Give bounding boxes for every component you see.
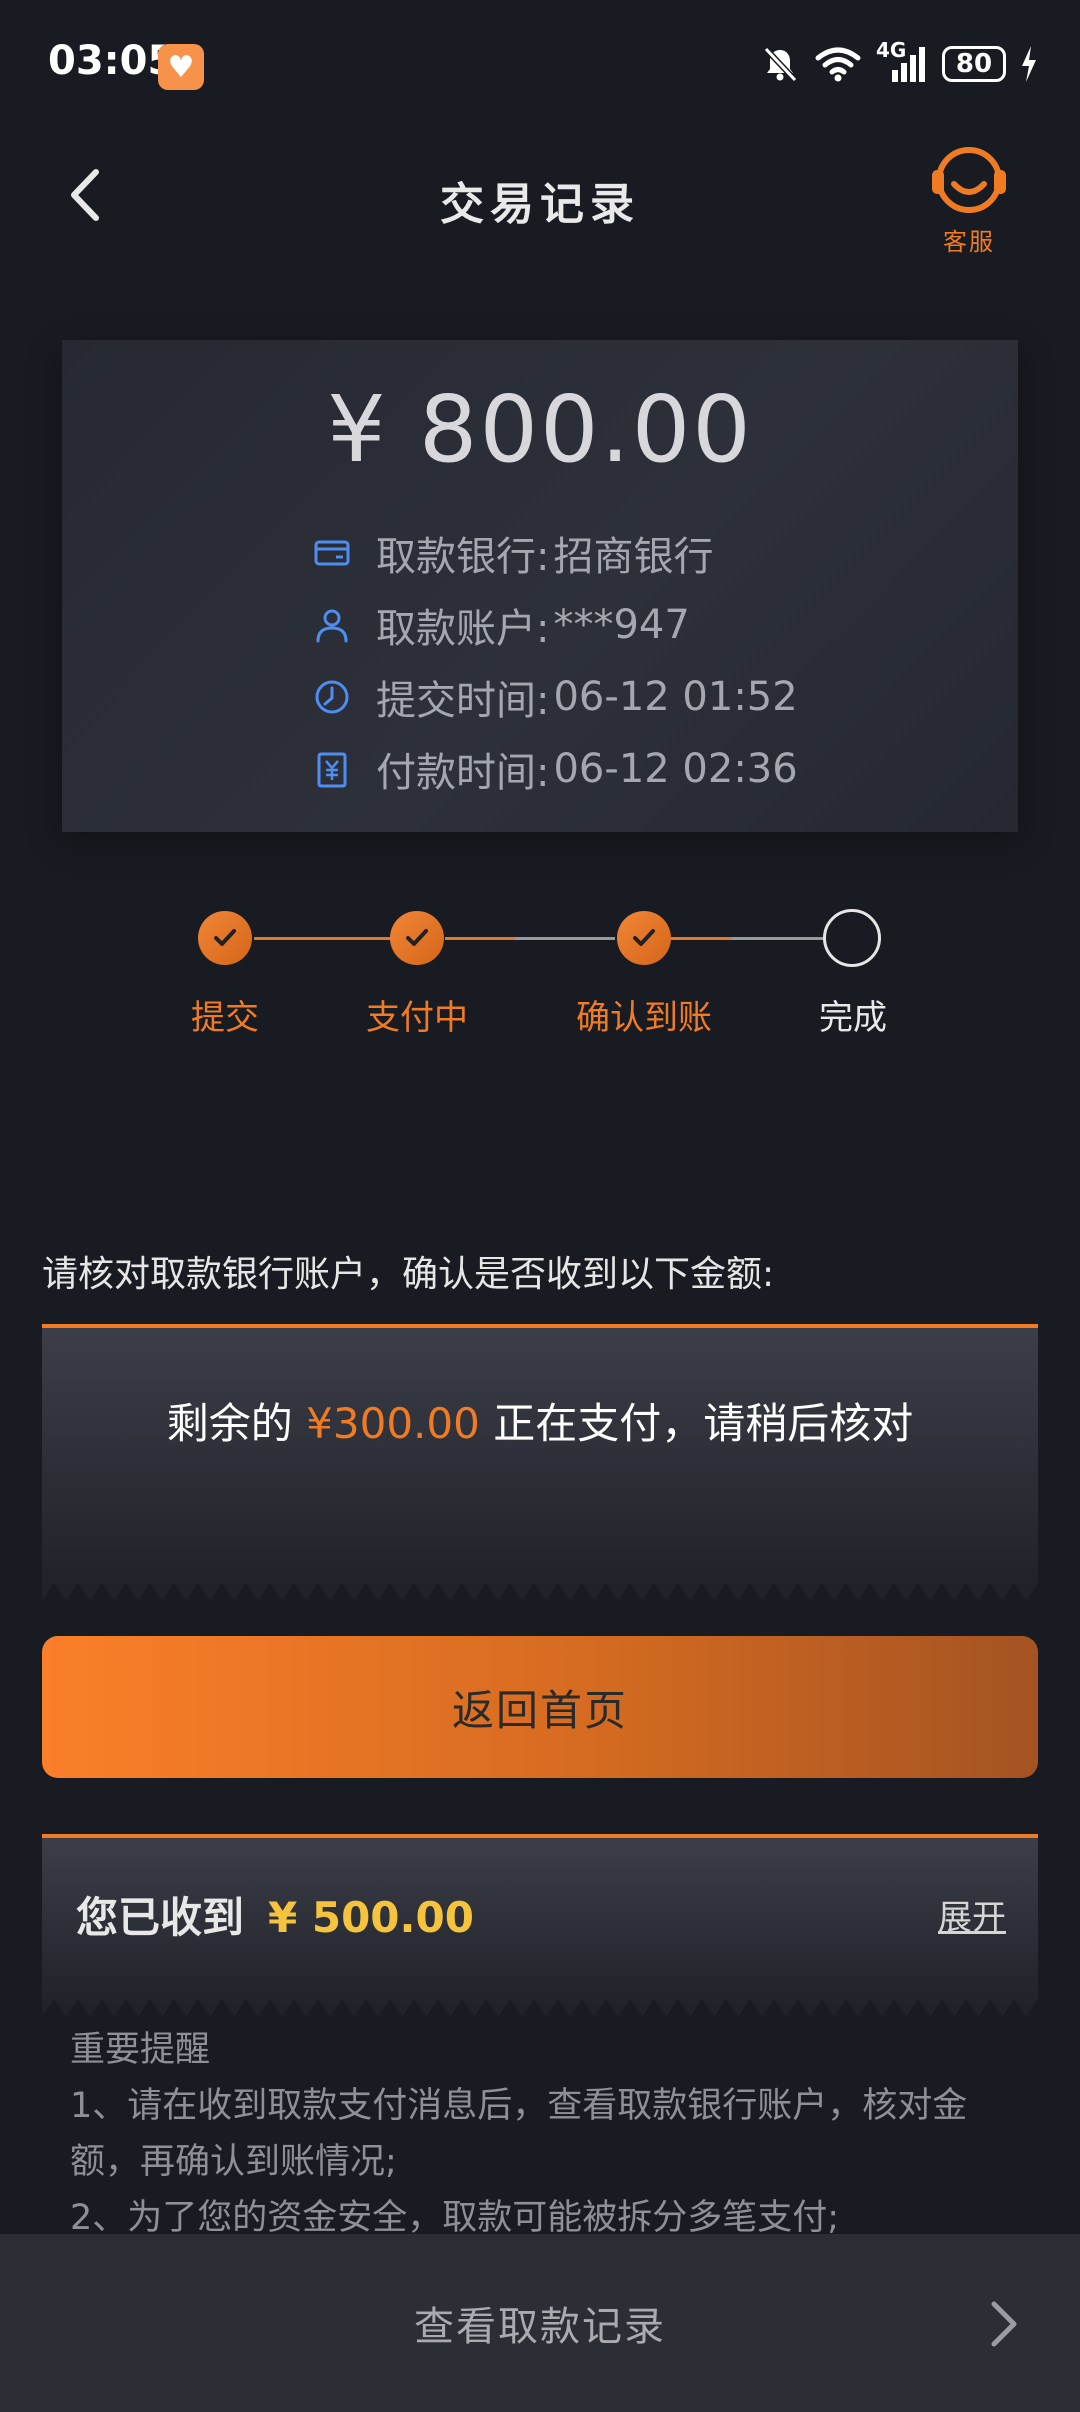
step-confirm-dot bbox=[617, 911, 671, 965]
wifi-icon bbox=[815, 47, 861, 82]
status-time: 03:05 bbox=[48, 38, 176, 84]
headset-icon bbox=[932, 147, 1006, 213]
info-value: 招商银行 bbox=[553, 534, 714, 580]
page-title: 交易记录 bbox=[440, 179, 640, 230]
step-label: 支付中 bbox=[366, 998, 468, 1038]
expand-link[interactable]: 展开 bbox=[938, 1890, 1006, 1939]
zigzag-edge bbox=[42, 1583, 1038, 1601]
notes-item: 1、请在收到取款支付消息后，查看取款银行账户，核对金额，再确认到账情况; bbox=[70, 2086, 968, 2182]
progress-line bbox=[670, 937, 732, 940]
return-home-button[interactable]: 返回首页 bbox=[42, 1636, 1038, 1778]
received-panel: 您已收到 ¥ 500.00 展开 bbox=[42, 1834, 1038, 2017]
pending-suffix: 正在支付，请稍后核对 bbox=[493, 1399, 914, 1448]
battery-level: 80 bbox=[955, 49, 993, 79]
receipt-yen-icon bbox=[317, 752, 347, 788]
important-notes: 重要提醒 1、请在收到取款支付消息后，查看取款银行账户，核对金额，再确认到账情况… bbox=[70, 2022, 1010, 2246]
signal-icon: 4G bbox=[876, 38, 928, 84]
check-icon bbox=[633, 929, 655, 946]
info-row-pay-time: 付款时间: 06-12 02:36 bbox=[312, 740, 798, 798]
customer-service-button[interactable]: 客服 bbox=[924, 140, 1014, 260]
heart-app-icon: ♥ bbox=[158, 44, 204, 90]
view-records-bar[interactable]: 查看取款记录 bbox=[0, 2234, 1080, 2412]
charging-icon bbox=[1022, 46, 1036, 82]
card-icon bbox=[314, 540, 350, 566]
progress-line bbox=[254, 937, 392, 940]
pending-payment-panel: 剩余的 ¥300.00 正在支付，请稍后核对 bbox=[42, 1324, 1038, 1601]
info-row-account: 取款账户: ***947 bbox=[312, 596, 690, 654]
progress-line bbox=[732, 937, 826, 940]
info-row-submit-time: 提交时间: 06-12 01:52 bbox=[312, 668, 798, 726]
info-value: 06-12 02:36 bbox=[553, 746, 798, 792]
info-label: 取款账户: bbox=[376, 606, 550, 652]
battery-icon: 80 bbox=[942, 46, 1006, 82]
step-submit-dot bbox=[198, 911, 252, 965]
step-paying-dot bbox=[390, 911, 444, 965]
step-label: 完成 bbox=[819, 998, 887, 1038]
check-icon bbox=[214, 929, 236, 946]
info-row-bank: 取款银行: 招商银行 bbox=[312, 524, 713, 582]
info-label: 取款银行: bbox=[376, 534, 550, 580]
info-label: 提交时间: bbox=[376, 678, 550, 724]
chevron-right-icon bbox=[991, 2301, 1017, 2347]
transaction-summary-card: ¥ 800.00 取款银行: 招商银行 取款账户: ***947 提交时间: 0… bbox=[62, 340, 1018, 832]
zigzag-edge bbox=[42, 1999, 1038, 2017]
clock-icon bbox=[315, 680, 349, 714]
step-label: 确认到账 bbox=[576, 998, 712, 1038]
info-label: 付款时间: bbox=[376, 750, 550, 796]
pending-amount: ¥300.00 bbox=[306, 1399, 480, 1448]
info-value: ***947 bbox=[553, 602, 690, 648]
step-complete-dot bbox=[823, 909, 881, 967]
info-value: 06-12 01:52 bbox=[553, 674, 798, 720]
customer-service-label: 客服 bbox=[943, 228, 995, 256]
status-icons: 4G 80 bbox=[760, 38, 1038, 84]
received-label: 您已收到 bbox=[76, 1893, 245, 1942]
progress-line bbox=[515, 937, 615, 940]
progress-line bbox=[445, 937, 515, 940]
notes-title: 重要提醒 bbox=[70, 2030, 211, 2070]
received-summary: 您已收到 ¥ 500.00 bbox=[76, 1884, 474, 1945]
received-amount: ¥ 500.00 bbox=[268, 1893, 474, 1942]
view-records-label: 查看取款记录 bbox=[414, 2304, 666, 2350]
pending-payment-text: 剩余的 ¥300.00 正在支付，请稍后核对 bbox=[42, 1390, 1038, 1451]
user-icon bbox=[316, 609, 348, 643]
transaction-amount: ¥ 800.00 bbox=[327, 376, 753, 483]
check-icon bbox=[406, 929, 428, 946]
verify-prompt: 请核对取款银行账户，确认是否收到以下金额: bbox=[42, 1254, 775, 1295]
pending-prefix: 剩余的 bbox=[166, 1399, 293, 1448]
silent-bell-icon bbox=[763, 46, 798, 83]
